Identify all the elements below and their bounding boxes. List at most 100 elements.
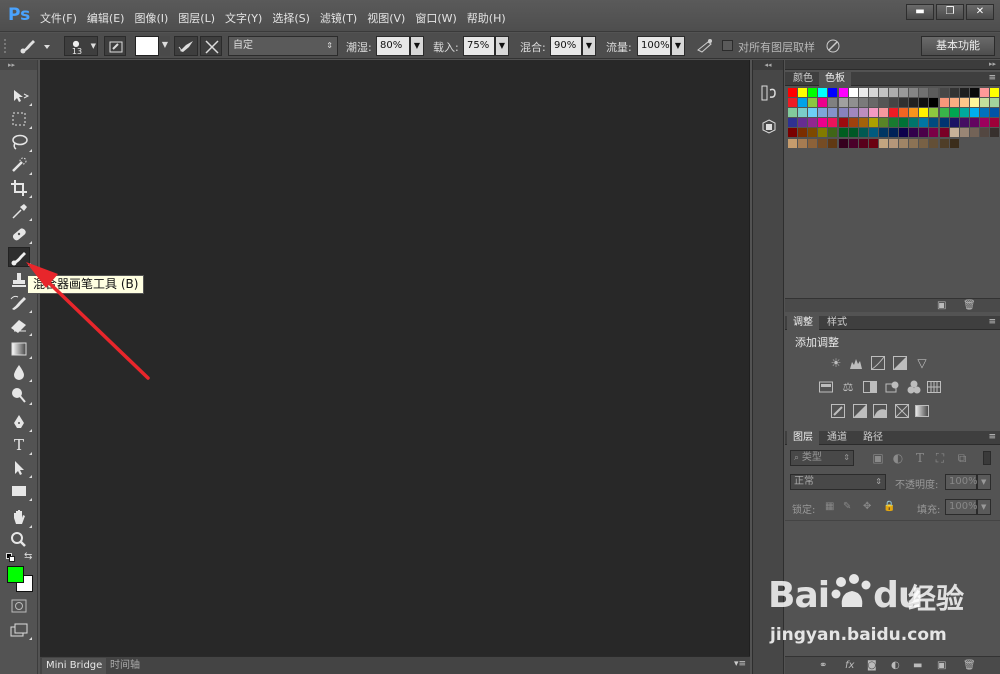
add-mask-icon[interactable]: ◙ <box>867 657 877 674</box>
color-swatch[interactable] <box>798 88 808 97</box>
load-dropdown[interactable]: ▼ <box>495 36 509 56</box>
fill-dropdown[interactable]: ▼ <box>977 499 991 515</box>
panel-menu-icon[interactable]: ≡ <box>988 73 996 83</box>
menu-window[interactable]: 窗口(W) <box>415 10 456 26</box>
color-swatch[interactable] <box>848 118 858 128</box>
gradient-tool[interactable] <box>8 339 32 359</box>
menu-help[interactable]: 帮助(H) <box>467 10 506 26</box>
color-swatch[interactable] <box>929 138 939 148</box>
minimize-button[interactable]: ▬ <box>906 4 934 20</box>
color-swatch[interactable] <box>868 108 878 118</box>
move-tool[interactable] <box>8 86 32 106</box>
color-swatch[interactable] <box>969 128 979 138</box>
color-swatch[interactable] <box>919 88 929 97</box>
lock-pixels-icon[interactable]: ✎ <box>843 501 851 512</box>
menu-image[interactable]: 图像(I) <box>134 10 168 26</box>
color-lookup-icon[interactable] <box>927 380 941 394</box>
color-swatch[interactable] <box>818 128 828 138</box>
crop-tool[interactable] <box>8 178 32 198</box>
color-swatch[interactable] <box>939 108 949 118</box>
color-swatch[interactable] <box>949 118 959 128</box>
color-swatch[interactable] <box>949 88 959 97</box>
brush-panel-toggle[interactable] <box>104 36 126 56</box>
menu-select[interactable]: 选择(S) <box>272 10 310 26</box>
color-swatch[interactable] <box>858 118 868 128</box>
color-swatch[interactable] <box>889 128 898 138</box>
color-swatch[interactable] <box>929 108 939 118</box>
color-swatch[interactable] <box>838 108 848 118</box>
curves-icon[interactable] <box>871 356 885 370</box>
color-swatch[interactable] <box>990 98 999 108</box>
color-swatch[interactable] <box>909 118 919 128</box>
exposure-icon[interactable] <box>893 356 907 370</box>
blend-mode-select[interactable]: 正常 ⇕ <box>790 474 886 490</box>
new-group-icon[interactable]: ▬ <box>913 657 922 674</box>
dodge-tool[interactable] <box>8 385 32 405</box>
color-swatch[interactable] <box>838 98 848 108</box>
color-swatch[interactable] <box>979 108 989 118</box>
brush-color-dropdown[interactable]: ▼ <box>160 36 170 56</box>
marquee-tool[interactable] <box>8 109 32 129</box>
pressure-toggle[interactable] <box>822 36 844 56</box>
color-swatch[interactable] <box>868 98 878 108</box>
color-swatch[interactable] <box>818 98 828 108</box>
color-swatch[interactable] <box>889 88 898 97</box>
eraser-tool[interactable] <box>8 316 32 336</box>
color-swatch[interactable] <box>848 88 858 97</box>
menu-filter[interactable]: 滤镜(T) <box>320 10 357 26</box>
airbrush-toggle[interactable] <box>694 36 716 56</box>
load-brush-button[interactable] <box>174 36 198 56</box>
toolbar-collapse[interactable]: ▸▸ <box>0 60 37 70</box>
opacity-input[interactable]: 100% <box>945 474 978 490</box>
color-swatch[interactable] <box>899 138 909 148</box>
color-swatch[interactable] <box>979 128 989 138</box>
wet-input[interactable]: 80% <box>376 36 410 56</box>
hand-tool[interactable] <box>8 508 32 528</box>
color-swatch[interactable] <box>848 98 858 108</box>
filter-smart-object-icon[interactable]: ⧉ <box>955 451 969 465</box>
color-swatch[interactable] <box>878 98 888 108</box>
tab-layers[interactable]: 图层 <box>787 431 819 445</box>
color-swatch[interactable] <box>868 138 878 148</box>
color-swatch[interactable] <box>979 98 989 108</box>
new-adjustment-layer-icon[interactable]: ◐ <box>891 657 900 674</box>
blur-tool[interactable] <box>8 362 32 382</box>
tab-adjustments[interactable]: 调整 <box>787 316 819 330</box>
path-selection-tool[interactable] <box>8 458 32 478</box>
color-swatch[interactable] <box>868 128 878 138</box>
color-swatch[interactable] <box>828 138 838 148</box>
filter-shape-icon[interactable]: ⛶ <box>933 451 947 465</box>
quick-selection-tool[interactable] <box>8 155 32 175</box>
panel-menu-icon[interactable]: ≡ <box>988 317 996 327</box>
color-swatch[interactable] <box>858 138 868 148</box>
color-swatch[interactable] <box>939 98 949 108</box>
color-swatch[interactable] <box>808 98 818 108</box>
color-swatch[interactable] <box>878 88 888 97</box>
color-swatch[interactable] <box>959 98 969 108</box>
color-swatch[interactable] <box>909 88 919 97</box>
black-white-icon[interactable] <box>863 380 877 394</box>
color-swatch[interactable] <box>808 108 818 118</box>
color-swatch[interactable] <box>929 88 939 97</box>
color-swatch[interactable] <box>828 108 838 118</box>
mix-input[interactable]: 90% <box>550 36 582 56</box>
color-swatch[interactable] <box>919 138 929 148</box>
color-swatch[interactable] <box>798 118 808 128</box>
menu-type[interactable]: 文字(Y) <box>225 10 262 26</box>
color-swatch[interactable] <box>919 98 929 108</box>
color-swatch[interactable] <box>899 118 909 128</box>
color-swatch[interactable] <box>899 128 909 138</box>
mixer-brush-tool[interactable] <box>8 247 31 267</box>
channel-mixer-icon[interactable] <box>907 380 921 394</box>
color-swatch[interactable] <box>848 138 858 148</box>
dock-collapse[interactable]: ◂◂ <box>753 60 783 70</box>
type-tool[interactable]: T <box>8 435 32 455</box>
color-swatch[interactable] <box>990 118 999 128</box>
color-swatch[interactable] <box>788 108 797 118</box>
lock-transparent-icon[interactable]: ▦ <box>825 501 834 512</box>
color-swatch[interactable] <box>798 98 808 108</box>
color-swatch[interactable] <box>990 88 999 97</box>
color-swatch[interactable] <box>919 118 929 128</box>
color-swatch[interactable] <box>929 118 939 128</box>
color-swatch[interactable] <box>909 138 919 148</box>
